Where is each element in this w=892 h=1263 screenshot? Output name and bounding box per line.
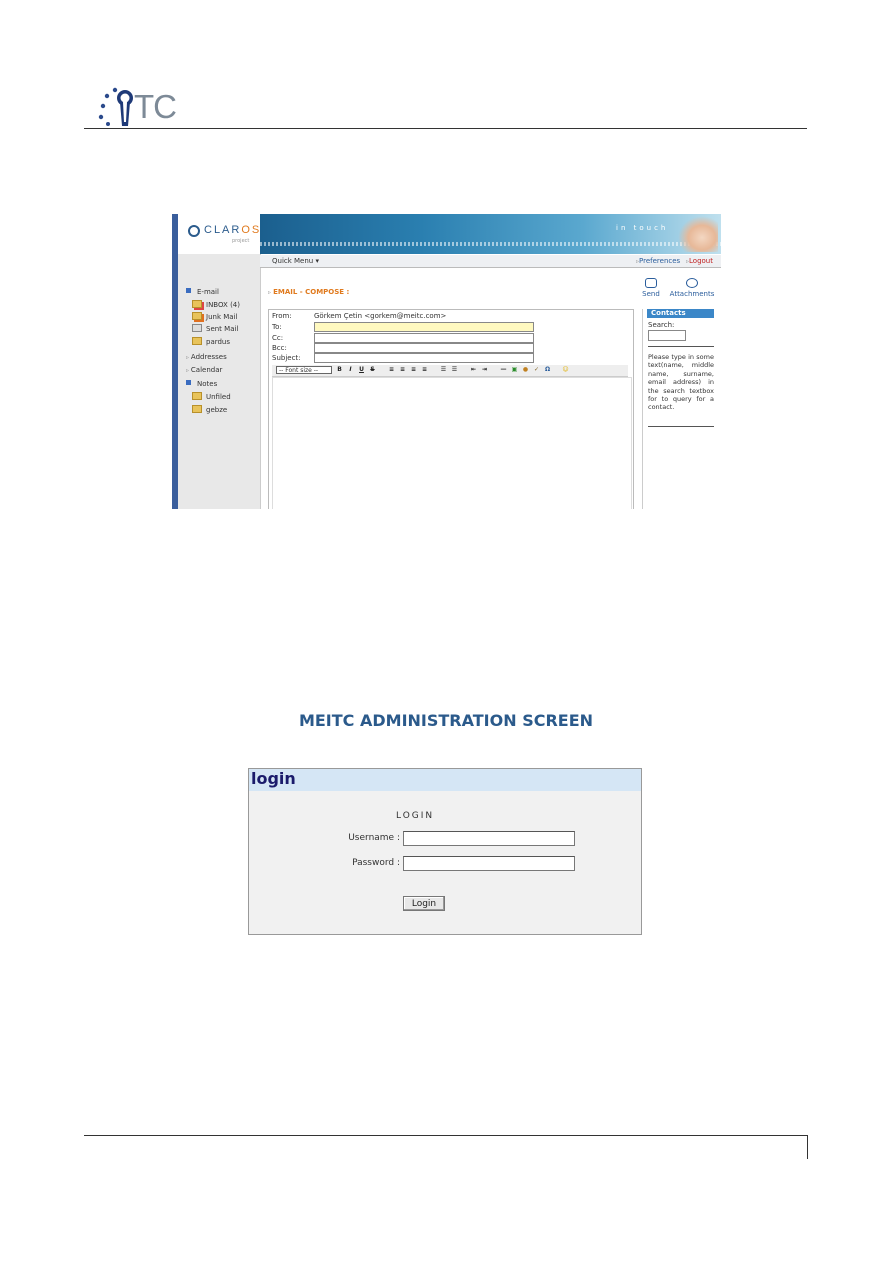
from-value: Görkem Çetin <gorkem@meitc.com> [314,312,447,320]
claros-ring-icon [188,225,200,237]
paperclip-icon [686,278,698,288]
preferences-link[interactable]: ▹Preferences [636,257,680,265]
login-panel [248,768,642,935]
outdent-icon[interactable]: ⇤ [470,366,477,373]
send-button[interactable]: Send [640,278,662,298]
message-editor[interactable] [272,377,632,509]
folder-icon [192,312,202,320]
sidebar-item-inbox[interactable]: INBOX (4) [192,300,240,309]
claros-sidebar [178,214,261,509]
sidebar-item-junk[interactable]: Junk Mail [192,312,237,321]
numbered-list-icon[interactable]: ☰ [451,366,458,373]
sidebar-item-calendar[interactable]: ▹ Calendar [186,366,222,374]
contacts-divider [648,426,714,427]
logo-keyhole-icon [98,87,133,126]
banner-dots [260,242,721,246]
contact-search-label: Search: [648,321,675,329]
folder-icon [192,337,202,345]
email-square-icon [186,288,191,293]
special-char-icon[interactable]: Ω [544,366,551,373]
login-caption: LOGIN [396,811,435,821]
underline-icon[interactable]: U [358,366,365,373]
italic-icon[interactable]: I [347,366,354,373]
password-input[interactable] [403,856,575,871]
align-center-icon[interactable]: ≡ [399,366,406,373]
compose-title: ▹ EMAIL - COMPOSE : [268,288,350,296]
claros-compose-screenshot: CLAROS project in touch Quick Menu ▾ ▹Pr… [172,214,721,509]
contacts-header: Contacts [647,309,714,318]
bullet-list-icon[interactable]: ☰ [440,366,447,373]
smiley-icon[interactable]: ☺ [562,366,569,373]
claros-banner: in touch [260,214,721,254]
logout-link[interactable]: ▹Logout [686,257,713,265]
link-icon[interactable]: ● [522,366,529,373]
login-button[interactable]: Login [403,896,445,911]
sidebar-item-email[interactable]: E-mail [186,288,219,296]
align-right-icon[interactable]: ≡ [410,366,417,373]
strikethrough-icon[interactable]: S [369,366,376,373]
font-size-select[interactable]: -- Font size -- [276,366,332,374]
contacts-divider [648,346,714,347]
bold-icon[interactable]: B [336,366,343,373]
banner-tagline: in touch [616,224,669,232]
claros-brand: CLAROS [204,224,262,236]
login-header-bar [249,769,641,791]
login-header-title: login [251,769,296,788]
folder-icon [192,300,202,308]
sidebar-item-pardus[interactable]: pardus [192,337,230,346]
password-label: Password : [352,858,400,868]
sidebar-item-notes[interactable]: Notes [186,380,217,388]
from-label: From: [272,312,292,320]
itc-logo: TC [98,86,188,128]
bcc-input[interactable] [314,343,534,353]
indent-icon[interactable]: ⇥ [481,366,488,373]
folder-icon [192,392,202,400]
to-input[interactable] [314,322,534,332]
sidebar-item-unfiled[interactable]: Unfiled [192,392,231,401]
username-label: Username : [348,833,400,843]
notes-square-icon [186,380,191,385]
align-left-icon[interactable]: ≡ [388,366,395,373]
subject-input[interactable] [314,353,534,363]
sidebar-item-addresses[interactable]: ▹ Addresses [186,353,227,361]
horizontal-rule-icon[interactable]: — [500,366,507,373]
cc-input[interactable] [314,333,534,343]
bcc-label: Bcc: [272,344,287,352]
to-label: To: [272,323,282,331]
send-icon [645,278,657,288]
header-rule [84,128,807,129]
footer-tick [807,1135,808,1159]
contacts-help-text: Please type in some text(name, middle na… [648,353,714,412]
cc-label: Cc: [272,334,284,342]
banner-hand-image [678,216,718,252]
align-justify-icon[interactable]: ≡ [421,366,428,373]
footer-rule [84,1135,807,1136]
username-input[interactable] [403,831,575,846]
image-icon[interactable]: ▣ [511,366,518,373]
contact-search-input[interactable] [648,330,686,341]
chevron-down-icon: ▾ [315,257,319,265]
attachments-button[interactable]: Attachments [668,278,716,298]
logo-text: TC [134,88,177,125]
spellcheck-icon[interactable]: ✓ [533,366,540,373]
admin-screen-title: MEITC ADMINISTRATION SCREEN [298,711,594,730]
sent-folder-icon [192,324,202,332]
sidebar-item-sent[interactable]: Sent Mail [192,324,238,333]
folder-icon [192,405,202,413]
subject-label: Subject: [272,354,301,362]
claros-logo: CLAROS project [188,222,262,246]
sidebar-item-gebze[interactable]: gebze [192,405,227,414]
quick-menu[interactable]: Quick Menu ▾ [272,257,319,265]
claros-brand-sub: project [232,238,250,244]
